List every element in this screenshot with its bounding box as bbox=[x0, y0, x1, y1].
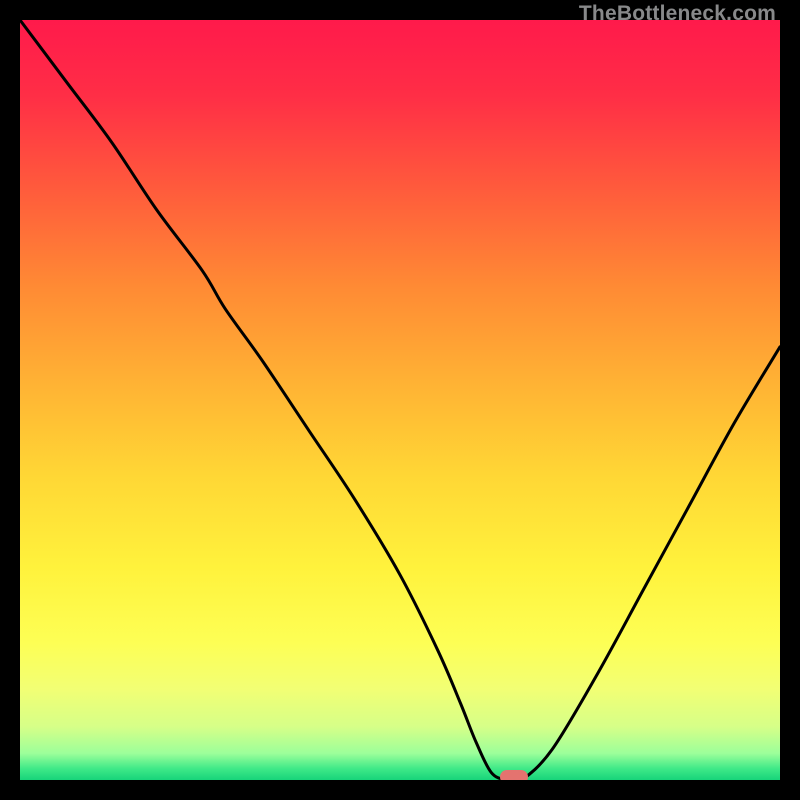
plot-area bbox=[20, 20, 780, 780]
optimum-marker bbox=[500, 770, 528, 780]
bottleneck-curve bbox=[20, 20, 780, 780]
chart-frame: TheBottleneck.com bbox=[0, 0, 800, 800]
